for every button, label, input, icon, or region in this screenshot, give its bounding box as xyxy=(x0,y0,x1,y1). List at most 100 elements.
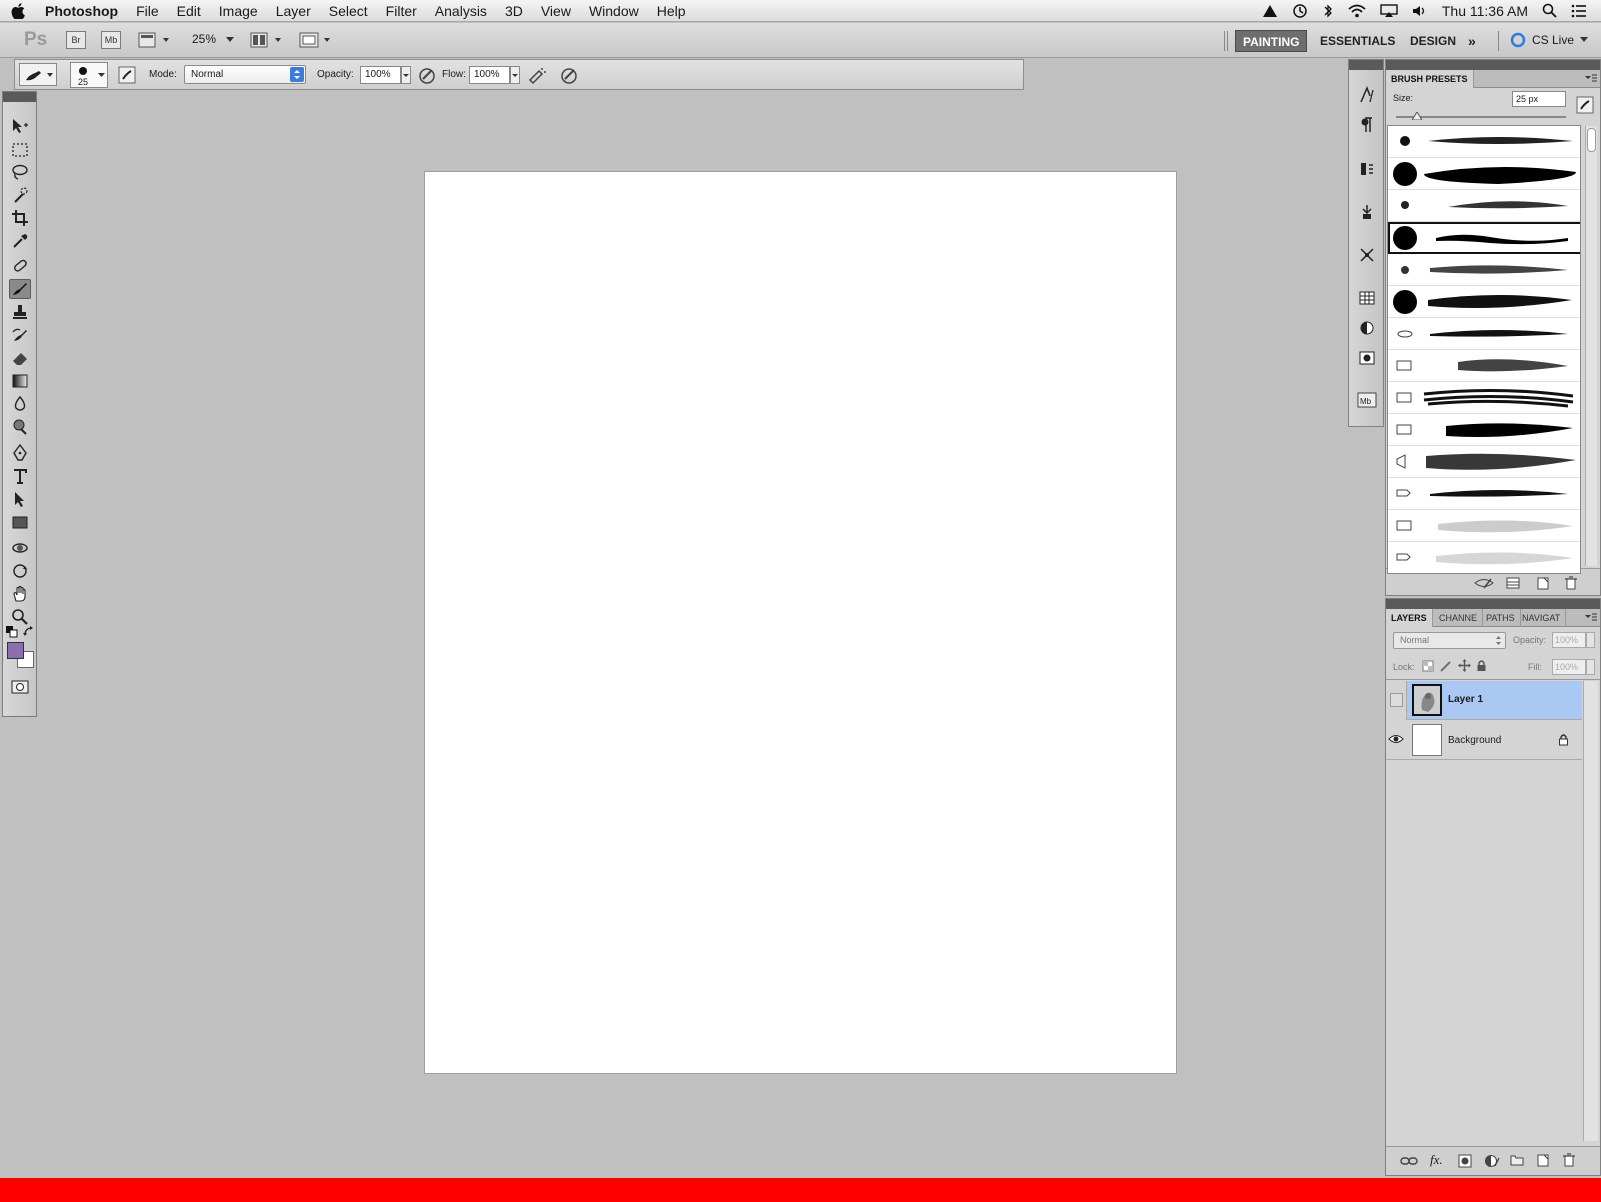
type-tool-icon[interactable] xyxy=(9,466,31,486)
tab-channels[interactable]: CHANNE xyxy=(1434,609,1484,627)
layer-name[interactable]: Background xyxy=(1448,735,1501,746)
panel-header[interactable] xyxy=(1386,60,1600,70)
clone-stamp-tool-icon[interactable] xyxy=(9,302,31,322)
brush-preset-item[interactable] xyxy=(1388,190,1580,222)
layer-style-fx-icon[interactable]: fx. xyxy=(1430,1152,1443,1168)
brush-preset-item[interactable] xyxy=(1388,478,1580,510)
drive-icon[interactable] xyxy=(1262,4,1278,18)
crop-tool-icon[interactable] xyxy=(9,208,31,228)
panel-menu-icon[interactable] xyxy=(1585,613,1597,623)
scrollbar-thumb[interactable] xyxy=(1587,128,1596,152)
clone-source-panel-icon[interactable] xyxy=(1356,158,1378,180)
menu-edit[interactable]: Edit xyxy=(168,0,210,22)
brush-preset-item[interactable] xyxy=(1388,382,1580,414)
document-canvas[interactable] xyxy=(425,172,1176,1073)
3d-orbit-tool-icon[interactable] xyxy=(9,561,31,581)
opacity-dropdown[interactable] xyxy=(401,66,411,84)
move-tool-icon[interactable] xyxy=(9,116,31,136)
view-brush-icon[interactable] xyxy=(1474,576,1494,590)
eyedropper-tool-icon[interactable] xyxy=(9,231,31,251)
visibility-toggle-empty[interactable] xyxy=(1386,681,1407,720)
marquee-tool-icon[interactable] xyxy=(9,140,31,160)
brush-tool-icon[interactable] xyxy=(9,279,31,299)
tab-paths[interactable]: PATHS xyxy=(1481,609,1521,627)
size-field[interactable]: 25 px xyxy=(1512,91,1566,107)
workspace-essentials-button[interactable]: ESSENTIALS xyxy=(1313,30,1402,52)
3d-rotate-tool-icon[interactable] xyxy=(9,538,31,558)
flow-dropdown[interactable] xyxy=(510,66,520,84)
spotlight-search-icon[interactable] xyxy=(1542,3,1557,18)
lock-transparency-icon[interactable] xyxy=(1422,660,1434,672)
menu-select[interactable]: Select xyxy=(320,0,377,22)
volume-icon[interactable] xyxy=(1412,4,1428,18)
toggle-brush-panel-icon[interactable] xyxy=(1576,96,1594,114)
layer-name[interactable]: Layer 1 xyxy=(1448,694,1483,705)
zoom-tool-icon[interactable] xyxy=(9,607,31,627)
menu-help[interactable]: Help xyxy=(648,0,695,22)
rectangle-tool-icon[interactable] xyxy=(9,512,31,532)
foreground-color-swatch[interactable] xyxy=(7,642,24,659)
screen-mode-dropdown[interactable] xyxy=(299,31,333,49)
brush-panel-grid-icon[interactable] xyxy=(1506,576,1520,590)
tab-navigator[interactable]: NAVIGAT xyxy=(1517,609,1567,627)
character-panel-icon[interactable] xyxy=(1356,84,1378,106)
brush-preset-item[interactable] xyxy=(1388,286,1580,318)
menu-image[interactable]: Image xyxy=(210,0,267,22)
link-layers-icon[interactable] xyxy=(1400,1155,1418,1167)
quick-selection-tool-icon[interactable] xyxy=(9,185,31,205)
adjustment-layer-icon[interactable] xyxy=(1484,1154,1500,1168)
hand-tool-icon[interactable] xyxy=(9,584,31,604)
brush-preset-item[interactable] xyxy=(1388,126,1580,158)
fill-field[interactable]: 100% xyxy=(1552,659,1586,675)
bridge-button[interactable]: Br xyxy=(66,31,86,49)
menu-view[interactable]: View xyxy=(532,0,580,22)
new-preset-icon[interactable] xyxy=(1536,576,1550,590)
default-colors-icon[interactable] xyxy=(6,626,18,638)
size-slider-handle[interactable] xyxy=(1412,112,1422,120)
toggle-brush-panel-button[interactable] xyxy=(118,66,136,84)
flow-field[interactable]: 100% xyxy=(469,66,510,84)
blur-tool-icon[interactable] xyxy=(9,394,31,414)
mini-bridge-panel-icon[interactable]: Mb xyxy=(1356,389,1378,411)
airbrush-icon[interactable] xyxy=(527,65,547,85)
fill-dropdown[interactable] xyxy=(1586,659,1595,675)
more-workspaces-button[interactable]: » xyxy=(1461,30,1483,52)
zoom-dropdown-arrow-icon[interactable] xyxy=(226,37,234,43)
mode-select[interactable]: Normal xyxy=(184,65,306,84)
menu-filter[interactable]: Filter xyxy=(377,0,426,22)
brush-preset-item[interactable] xyxy=(1388,510,1580,542)
healing-brush-tool-icon[interactable] xyxy=(9,256,31,276)
wifi-icon[interactable] xyxy=(1348,4,1366,18)
lock-all-icon[interactable] xyxy=(1476,659,1487,672)
eye-icon[interactable] xyxy=(1388,733,1404,745)
brush-preset-item[interactable] xyxy=(1388,414,1580,446)
swap-colors-icon[interactable] xyxy=(23,626,35,638)
lock-position-icon[interactable] xyxy=(1458,659,1471,672)
gradient-tool-icon[interactable] xyxy=(9,371,31,391)
arrange-documents-dropdown[interactable] xyxy=(250,31,284,49)
notification-center-icon[interactable] xyxy=(1571,4,1587,18)
brush-list-scrollbar[interactable] xyxy=(1585,126,1597,566)
opacity-field[interactable]: 100% xyxy=(360,66,401,84)
dock-header[interactable] xyxy=(1349,60,1383,70)
brush-preset-item[interactable] xyxy=(1388,446,1580,478)
history-brush-tool-icon[interactable] xyxy=(9,325,31,345)
apple-icon[interactable] xyxy=(0,2,36,19)
tablet-pressure-opacity-icon[interactable] xyxy=(417,65,437,85)
view-extras-dropdown[interactable] xyxy=(138,31,172,49)
cs-live-menu[interactable]: CS Live xyxy=(1510,32,1589,48)
tool-preset-picker[interactable] xyxy=(19,63,57,86)
zoom-level[interactable]: 25% xyxy=(192,32,216,46)
tool-presets-panel-icon[interactable] xyxy=(1356,201,1378,223)
menu-app-name[interactable]: Photoshop xyxy=(36,0,127,22)
bluetooth-icon[interactable] xyxy=(1322,3,1334,19)
tablet-pressure-size-icon[interactable] xyxy=(559,65,579,85)
tab-brush-presets[interactable]: BRUSH PRESETS xyxy=(1386,70,1474,88)
masks-panel-icon[interactable] xyxy=(1356,347,1378,369)
brush-preset-item[interactable] xyxy=(1388,318,1580,350)
adjustments-panel-icon[interactable] xyxy=(1356,317,1378,339)
brush-preset-item[interactable] xyxy=(1388,158,1580,190)
menu-analysis[interactable]: Analysis xyxy=(426,0,496,22)
workspace-design-button[interactable]: DESIGN xyxy=(1403,30,1463,52)
time-machine-icon[interactable] xyxy=(1292,3,1308,19)
